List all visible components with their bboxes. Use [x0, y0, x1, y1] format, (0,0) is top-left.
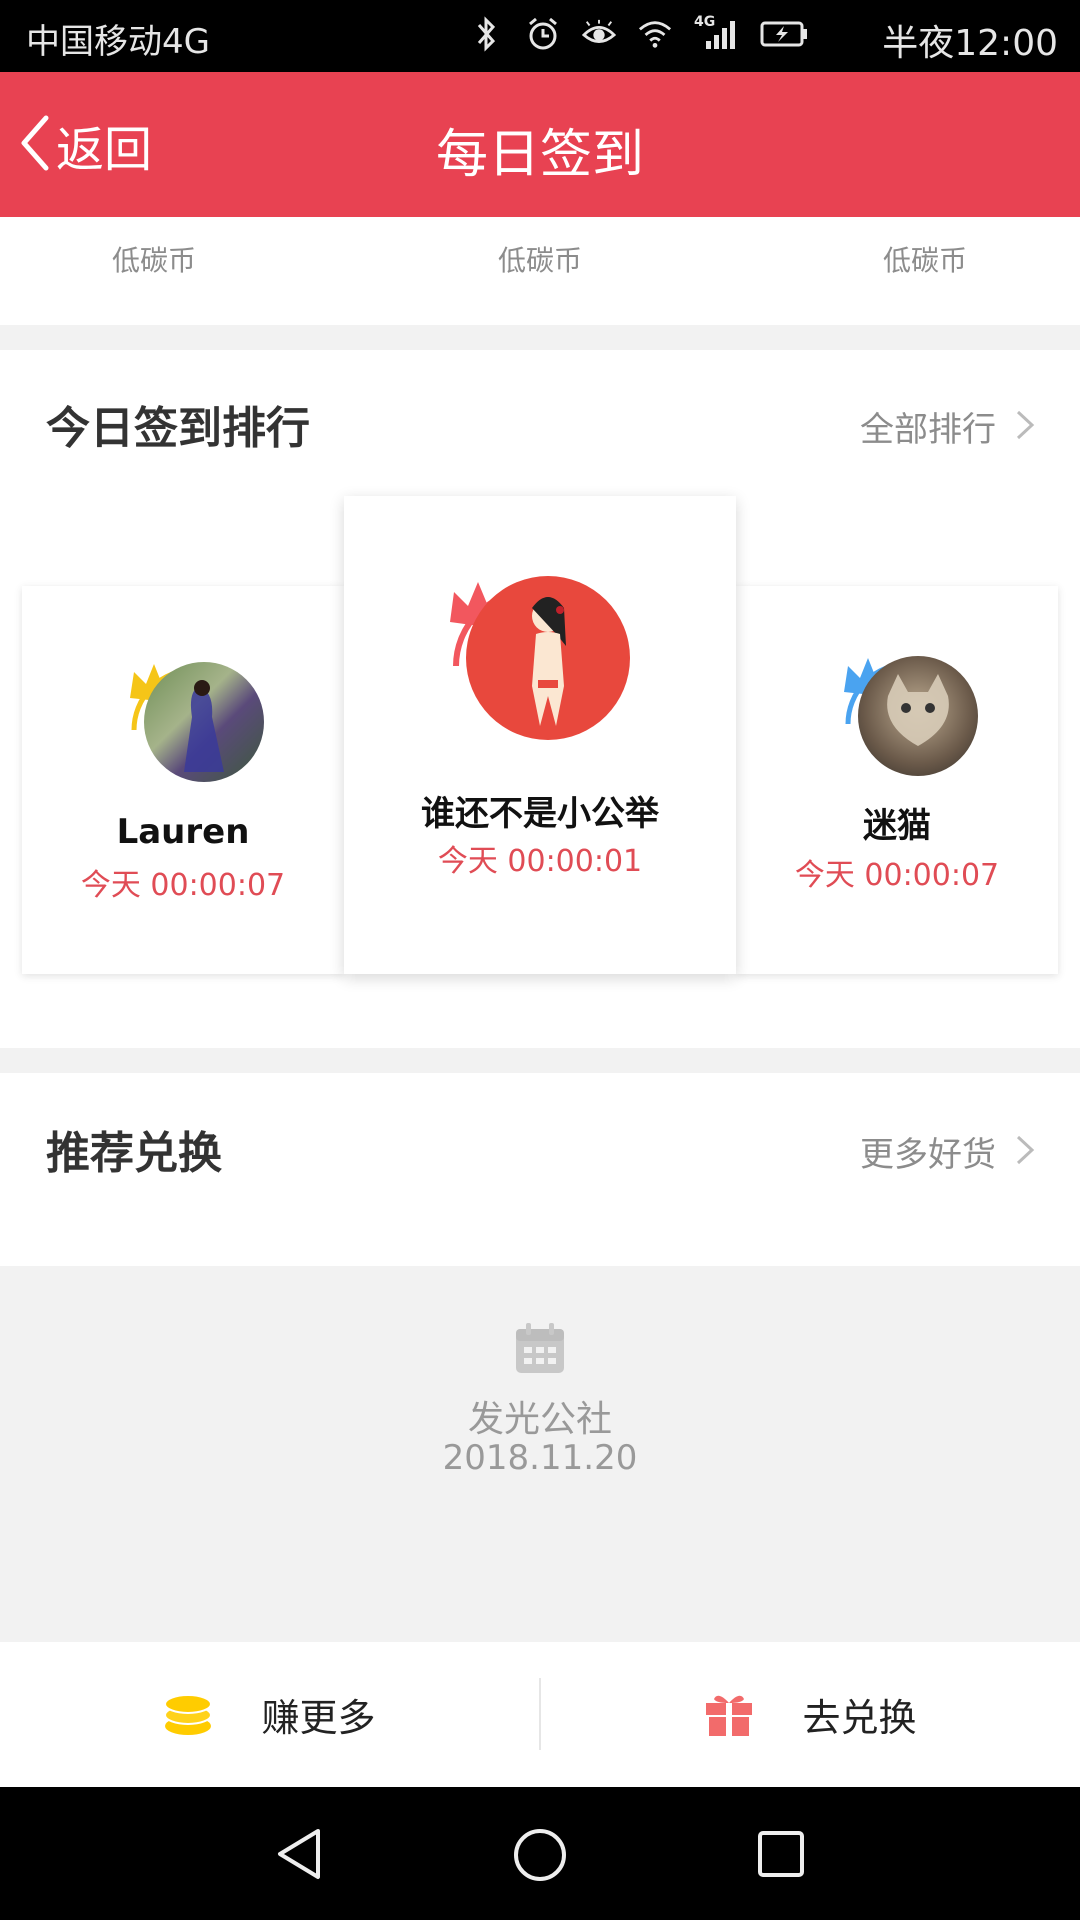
exchange-empty-state: 发光公社 2018.11.20: [0, 1266, 1080, 1642]
avatar: [466, 576, 630, 740]
rank-card-1[interactable]: 谁还不是小公举 今天 00:00:01: [344, 496, 736, 974]
coins-icon: [164, 1693, 213, 1735]
chevron-right-icon: [1016, 1135, 1035, 1165]
rank-card-2[interactable]: Lauren 今天 00:00:07: [22, 586, 344, 974]
coin-label: 低碳币: [882, 244, 967, 277]
nav-recents-icon[interactable]: [756, 1829, 806, 1879]
empty-source: 发光公社: [467, 1399, 612, 1440]
back-label: 返回: [56, 122, 153, 178]
more-goods-link[interactable]: 更多好货: [860, 1127, 996, 1176]
eye-icon: [582, 14, 616, 54]
user-name: 谁还不是小公举: [421, 794, 659, 834]
network-badge: 4G: [694, 14, 716, 30]
back-button[interactable]: 返回: [18, 114, 152, 178]
alarm-icon: [526, 14, 560, 54]
user-name: Lauren: [116, 812, 250, 852]
carrier-label: 中国移动4G: [26, 22, 210, 62]
coin-labels-row: 低碳币 低碳币 低碳币: [0, 217, 1080, 325]
avatar: [144, 662, 264, 782]
exchange-section: 推荐兑换 更多好货: [0, 1073, 1080, 1266]
signal-icon: 4G: [694, 14, 738, 54]
wifi-icon: [638, 14, 672, 54]
ranking-title: 今日签到排行: [46, 403, 310, 454]
status-time: 半夜12:00: [882, 23, 1058, 64]
status-icons: 4G: [470, 14, 810, 54]
nav-home-icon[interactable]: [512, 1827, 568, 1883]
crown-avatar: [104, 626, 284, 806]
all-ranking-link[interactable]: 全部排行: [860, 402, 996, 451]
go-exchange-label: 去兑换: [802, 1696, 917, 1740]
system-nav-bar: [0, 1787, 1080, 1920]
nav-back-icon[interactable]: [274, 1827, 324, 1881]
page-title: 每日签到: [435, 125, 644, 185]
checkin-time: 今天 00:00:07: [80, 868, 286, 903]
chevron-right-icon: [1016, 410, 1035, 440]
status-bar: 中国移动4G 4G 半夜12:00: [0, 0, 1080, 72]
coin-label: 低碳币: [497, 244, 582, 277]
go-exchange-button[interactable]: 去兑换: [541, 1642, 1080, 1787]
chevron-left-icon: [18, 114, 52, 176]
user-name: 迷猫: [863, 806, 931, 846]
checkin-time: 今天 00:00:01: [437, 844, 643, 879]
earn-more-button[interactable]: 赚更多: [0, 1642, 539, 1787]
empty-date: 2018.11.20: [442, 1438, 638, 1478]
header-bar: 每日签到 返回: [0, 72, 1080, 217]
bottom-action-bar: 赚更多 去兑换: [0, 1642, 1080, 1787]
bluetooth-icon: [470, 14, 504, 54]
rank-card-3[interactable]: 迷猫 今天 00:00:07: [736, 586, 1058, 974]
coin-label: 低碳币: [111, 244, 196, 277]
crown-avatar: [430, 538, 630, 740]
earn-more-label: 赚更多: [261, 1696, 376, 1740]
avatar: [858, 656, 978, 776]
checkin-time: 今天 00:00:07: [794, 858, 1000, 893]
battery-charging-icon: [760, 14, 810, 54]
calendar-icon: [516, 1323, 564, 1373]
exchange-title: 推荐兑换: [46, 1128, 222, 1179]
crown-avatar: [818, 620, 998, 800]
ranking-section: 今日签到排行 全部排行 Lauren 今天 00:00:07 迷猫 今天 00:…: [0, 350, 1080, 1048]
gift-icon: [706, 1695, 753, 1736]
